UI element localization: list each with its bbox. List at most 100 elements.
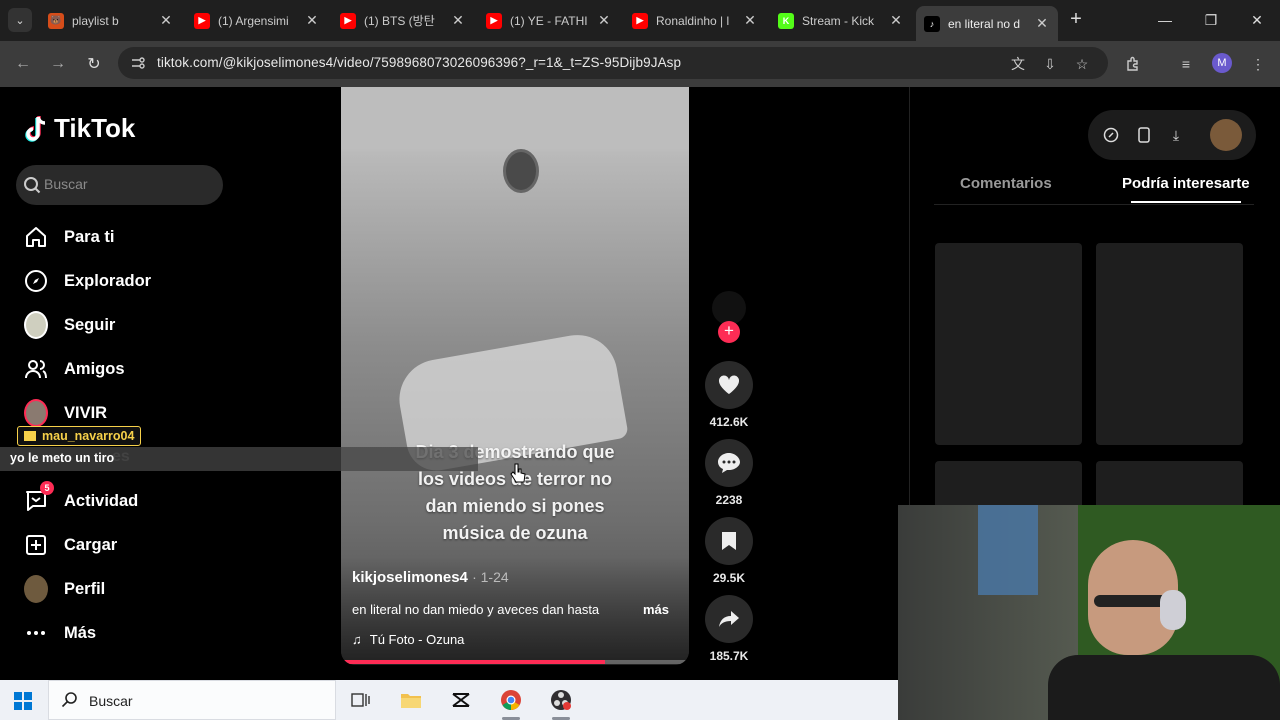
suggested-video-thumbnail[interactable] [935, 243, 1082, 445]
restore-button[interactable]: ❐ [1188, 0, 1234, 40]
music-link[interactable]: ♫ Tú Foto - Ozuna [352, 632, 464, 647]
browser-tab[interactable]: ♪ en literal no d ✕ [916, 6, 1058, 41]
new-tab-button[interactable]: + [1066, 9, 1086, 30]
chat-emote-icon [24, 431, 36, 441]
tab-title: (1) YE - FATHI [510, 13, 588, 28]
chat-username: mau_navarro04 [42, 429, 135, 443]
tiktok-logo[interactable]: TikTok [24, 113, 135, 144]
close-tab-icon[interactable]: ✕ [742, 12, 758, 29]
browser-tab[interactable]: ▶ (1) YE - FATHI ✕ [478, 6, 620, 35]
webcam-shirt [1048, 655, 1280, 720]
sidebar-item-label: Cargar [64, 535, 118, 554]
sidebar-item-label: Seguir [64, 315, 116, 334]
close-tab-icon[interactable]: ✕ [450, 12, 466, 29]
tab-favicon-icon: ▶ [486, 12, 502, 29]
share-arrow-icon [719, 611, 739, 627]
browser-tab[interactable]: 🐻 playlist b ✕ [40, 6, 182, 35]
music-note-icon: ♫ [352, 632, 362, 647]
close-tab-icon[interactable]: ✕ [1034, 15, 1050, 32]
sidebar-item-label: Actividad [64, 491, 139, 510]
reload-button[interactable]: ↻ [83, 53, 105, 75]
music-title[interactable]: Tú Foto - Ozuna [370, 632, 465, 647]
author-username[interactable]: kikjoselimones4 [352, 569, 468, 586]
comment-button[interactable] [705, 439, 753, 487]
tab-favicon-icon: K [778, 12, 794, 29]
close-tab-icon[interactable]: ✕ [888, 12, 904, 29]
browser-menu-icon[interactable]: ⋮ [1247, 53, 1269, 75]
close-window-button[interactable]: ✕ [1234, 0, 1280, 40]
suggested-video-thumbnail[interactable] [1096, 243, 1243, 445]
close-tab-icon[interactable]: ✕ [304, 12, 320, 29]
translate-icon[interactable]: 文 [1007, 53, 1029, 75]
previous-video-edge [341, 87, 689, 149]
install-app-icon[interactable]: ⇩ [1039, 53, 1061, 75]
like-button[interactable] [705, 361, 753, 409]
extensions-icon[interactable] [1122, 53, 1144, 75]
share-button[interactable] [705, 595, 753, 643]
tab-favicon-icon: 🐻 [48, 12, 64, 29]
browser-tab[interactable]: ▶ (1) BTS (방탄 ✕ [332, 6, 474, 35]
top-right-toolbar: ⤓ [1088, 110, 1256, 160]
obs-app-icon[interactable] [549, 688, 573, 712]
tab-favicon-icon: ▶ [194, 12, 210, 29]
video-progress-fill [341, 660, 606, 664]
close-tab-icon[interactable]: ✕ [596, 12, 612, 29]
sidebar-item-label: Amigos [64, 359, 125, 378]
following-avatar-icon [24, 311, 48, 339]
sidebar-item-seguir[interactable]: Seguir [24, 310, 115, 340]
browser-tab[interactable]: ▶ Ronaldinho | l ✕ [624, 6, 766, 35]
media-control-icon[interactable]: ≡ [1175, 53, 1197, 75]
more-description-link[interactable]: más [643, 602, 669, 617]
compass-icon [24, 269, 48, 293]
chrome-app-icon[interactable] [499, 688, 523, 712]
hand-cursor-icon [510, 463, 526, 483]
task-view-icon[interactable] [348, 688, 372, 712]
save-button[interactable] [705, 517, 753, 565]
video-progress-bar[interactable] [341, 660, 689, 664]
user-avatar[interactable] [1210, 119, 1242, 151]
get-app-phone-icon[interactable] [1133, 124, 1155, 146]
back-button[interactable]: ← [12, 53, 34, 75]
search-bar[interactable]: Buscar [16, 165, 223, 205]
video-player[interactable]: Dia 3 demostrando que los videos de terr… [341, 87, 689, 665]
sidebar-item-label: Más [64, 623, 97, 642]
tab-favicon-icon: ♪ [924, 15, 940, 32]
close-tab-icon[interactable]: ✕ [158, 12, 174, 29]
browser-tab[interactable]: ▶ (1) Argensimi ✕ [186, 6, 328, 35]
like-count: 412.6K [709, 415, 749, 429]
address-bar[interactable]: tiktok.com/@kikjoselimones4/video/759896… [118, 47, 1108, 79]
forward-button[interactable]: → [47, 53, 69, 75]
file-explorer-icon[interactable] [399, 688, 423, 712]
sidebar-item-cargar[interactable]: Cargar [24, 530, 117, 560]
profile-avatar[interactable]: M [1212, 53, 1232, 73]
site-info-icon[interactable] [130, 55, 146, 71]
tab-comments[interactable]: Comentarios [960, 175, 1052, 192]
capcut-app-icon[interactable] [449, 688, 473, 712]
sidebar-item-m-s[interactable]: Más [24, 618, 96, 648]
bookmark-star-icon[interactable]: ☆ [1071, 53, 1093, 75]
sidebar-item-explorador[interactable]: Explorador [24, 266, 151, 296]
sidebar-item-amigos[interactable]: Amigos [24, 354, 125, 384]
taskbar-search[interactable]: Buscar [48, 680, 336, 720]
url-text[interactable]: tiktok.com/@kikjoselimones4/video/759896… [157, 55, 681, 70]
sidebar-item-perfil[interactable]: Perfil [24, 574, 105, 604]
sidebar-item-actividad[interactable]: 5 Actividad [24, 481, 139, 516]
sidebar-item-label: Explorador [64, 271, 152, 290]
sidebar-item-para-ti[interactable]: Para ti [24, 222, 114, 252]
friends-icon [24, 357, 48, 381]
browser-tab[interactable]: K Stream - Kick ✕ [770, 6, 912, 35]
coins-icon[interactable] [1100, 124, 1122, 146]
chat-username-badge: mau_navarro04 [17, 426, 142, 446]
creator-avatar[interactable] [712, 291, 746, 325]
inbox-icon: 5 [24, 481, 54, 513]
tab-you-may-like[interactable]: Podría interesarte [1122, 175, 1250, 192]
follow-plus-button[interactable]: + [718, 321, 740, 343]
windows-start-icon[interactable] [14, 692, 32, 710]
more-icon [24, 621, 48, 645]
tab-search-button[interactable]: ⌄ [8, 8, 32, 32]
minimize-button[interactable]: — [1142, 0, 1188, 40]
download-icon[interactable]: ⤓ [1165, 124, 1187, 146]
video-author[interactable]: kikjoselimones4 · 1-24 [352, 569, 509, 586]
heart-icon [718, 375, 740, 394]
sidebar-item-vivir[interactable]: VIVIR [24, 398, 107, 428]
